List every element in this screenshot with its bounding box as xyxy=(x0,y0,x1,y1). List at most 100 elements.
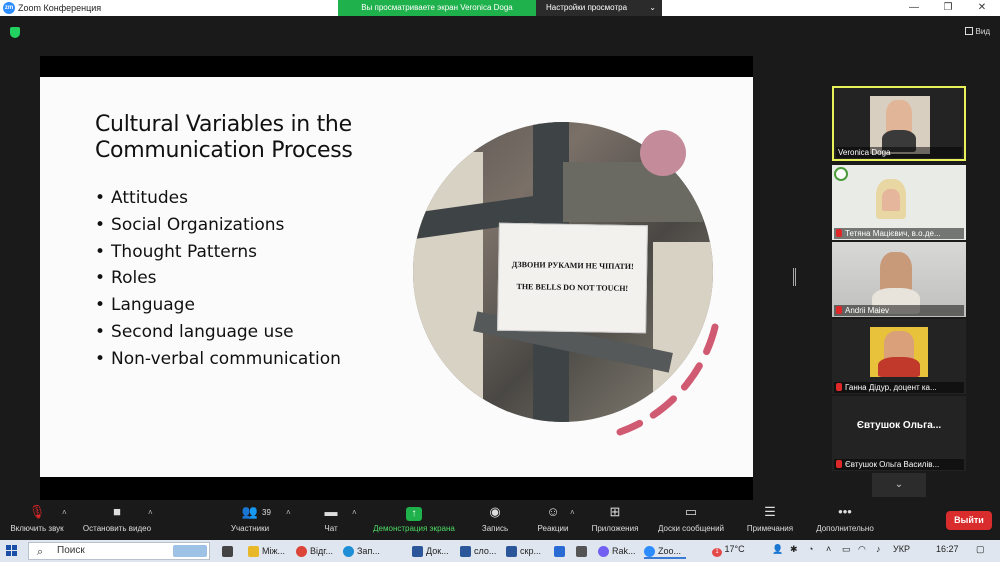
participant-tile[interactable]: Євтушок Ольга... Євтушок Ольга Василів..… xyxy=(832,396,966,471)
taskbar-app-defender[interactable] xyxy=(554,543,568,559)
taskbar-search-box[interactable]: ⌕ Поиск xyxy=(28,542,210,560)
search-highlight-image xyxy=(173,545,207,557)
whiteboards-button[interactable]: ▭ Доски сообщений xyxy=(652,504,730,533)
minimize-icon[interactable]: — xyxy=(906,1,922,15)
stop-video-button[interactable]: ■ Остановить видео xyxy=(78,504,156,533)
zoom-icon xyxy=(644,546,655,557)
notes-button[interactable]: ☰ Примечания xyxy=(742,504,798,533)
leave-meeting-button[interactable]: Выйти xyxy=(946,511,992,530)
taskbar-app-label: Zoo... xyxy=(658,546,682,556)
bullet-item: Roles xyxy=(95,265,341,292)
chat-label: Чат xyxy=(324,524,338,533)
search-placeholder: Поиск xyxy=(57,545,85,556)
wifi-icon[interactable]: ◠ xyxy=(858,544,866,555)
view-button[interactable]: Вид xyxy=(964,27,990,36)
bullet-item: Attitudes xyxy=(95,185,341,212)
notes-icon: ☰ xyxy=(764,504,776,519)
taskbar-app-edge[interactable]: Зап... xyxy=(343,543,385,559)
share-banner-text: Вы просматриваете экран Veronica Doga xyxy=(338,0,536,16)
app-title: Zoom Конференция xyxy=(18,3,102,13)
taskbar-app-word-1[interactable]: Док... xyxy=(412,543,454,559)
zoom-logo-icon: zm xyxy=(3,2,15,14)
taskbar-app-label: Rak... xyxy=(612,546,636,556)
unmute-button[interactable]: 🎙 Включить звук xyxy=(6,504,68,533)
restore-icon[interactable]: ❐ xyxy=(940,1,956,15)
taskbar-app-viber[interactable]: Rak... xyxy=(598,543,638,559)
show-hidden-icons[interactable]: ˄ xyxy=(826,544,831,554)
video-options-caret[interactable]: ˄ xyxy=(148,508,153,517)
slide-title-line-1: Cultural Variables in the xyxy=(95,112,352,137)
apps-button[interactable]: ⊞ Приложения xyxy=(586,504,644,533)
close-icon[interactable]: ✕ xyxy=(974,1,990,15)
video-camera-icon: ■ xyxy=(113,504,121,519)
reactions-options-caret[interactable]: ˄ xyxy=(570,508,575,517)
taskbar-app-word-2[interactable]: сло... xyxy=(460,543,502,559)
bullet-item: Non-verbal communication xyxy=(95,346,341,373)
stop-video-label: Остановить видео xyxy=(82,524,152,533)
bluetooth-icon[interactable]: ✱ xyxy=(790,544,798,555)
slide-title-line-2: Communication Process xyxy=(95,138,353,163)
participant-tile[interactable]: Тетяна Мацієвич, в.о.де... xyxy=(832,165,966,240)
viber-icon xyxy=(598,546,609,557)
participants-options-caret[interactable]: ˄ xyxy=(286,508,291,517)
panel-resize-handle[interactable] xyxy=(793,268,796,286)
apps-label: Приложения xyxy=(591,524,639,533)
view-settings-dropdown[interactable]: Настройки просмотра ⌄ xyxy=(536,0,662,16)
taskbar-app-label: Док... xyxy=(426,546,449,556)
view-label: Вид xyxy=(975,27,990,36)
emoji-reaction-icon: ☺ xyxy=(546,504,560,519)
audio-options-caret[interactable]: ˄ xyxy=(62,508,67,517)
record-label: Запись xyxy=(481,524,509,533)
taskbar-app-chrome[interactable]: Відг... xyxy=(296,543,338,559)
participant-name: Тетяна Мацієвич, в.о.де... xyxy=(834,228,964,239)
share-screen-button[interactable]: ↑ Демонстрация экрана xyxy=(366,504,462,533)
word-icon xyxy=(460,546,471,557)
whiteboards-label: Доски сообщений xyxy=(657,524,724,533)
user-icon[interactable]: 👤 xyxy=(772,544,783,555)
keyboard-language[interactable]: УКР xyxy=(893,544,910,554)
mic-muted-icon xyxy=(836,460,842,468)
bullet-item: Second language use xyxy=(95,319,341,346)
chat-button[interactable]: ▬ Чат xyxy=(316,504,346,533)
taskbar-app-zoom[interactable]: Zoo... xyxy=(644,543,686,559)
windows-start-icon[interactable] xyxy=(6,545,18,557)
taskbar-app-explorer[interactable]: Між... xyxy=(248,543,290,559)
presentation-slide: Cultural Variables in the Communication … xyxy=(40,77,753,477)
more-button[interactable]: ••• Дополнительно xyxy=(810,504,880,533)
unmute-label: Включить звук xyxy=(10,524,64,533)
whiteboard-icon: ▭ xyxy=(684,504,698,519)
network-icon[interactable]: ◔ xyxy=(808,544,813,554)
record-button[interactable]: ◉ Запись xyxy=(476,504,514,533)
participant-name-text: Тетяна Мацієвич, в.о.де... xyxy=(845,229,941,238)
mic-muted-icon xyxy=(836,229,842,237)
view-settings-label: Настройки просмотра xyxy=(546,3,628,12)
apps-icon: ⊞ xyxy=(609,504,621,519)
bullet-item: Social Organizations xyxy=(95,212,341,239)
reactions-label: Реакции xyxy=(537,524,569,533)
participant-name: Veronica Doga xyxy=(836,147,962,158)
volume-icon[interactable]: ♪ xyxy=(876,544,881,554)
share-screen-icon: ↑ xyxy=(406,507,422,521)
participant-tile[interactable]: Andrii Maiev xyxy=(832,242,966,317)
weather-alert-badge: 1 xyxy=(712,548,722,557)
battery-icon[interactable]: ▭ xyxy=(842,544,851,555)
reactions-button[interactable]: ☺ Реакции xyxy=(533,504,573,533)
taskbar-app-word-3[interactable]: скр... xyxy=(506,543,548,559)
participant-name-text: Євтушок Ольга Василів... xyxy=(845,460,940,469)
taskbar-app-photos[interactable] xyxy=(576,543,590,559)
task-view-icon[interactable] xyxy=(222,543,236,559)
chrome-icon xyxy=(296,546,307,557)
participant-name-text: Ганна Дідур, доцент ка... xyxy=(845,383,937,392)
clock[interactable]: 16:27 xyxy=(936,544,959,554)
weather-widget[interactable]: 1 17°C xyxy=(712,544,745,557)
share-banner: Вы просматриваете экран Veronica Doga На… xyxy=(338,0,662,16)
notifications-icon[interactable]: ▢ xyxy=(976,544,985,555)
participant-tile[interactable]: Veronica Doga xyxy=(832,86,966,161)
grid-view-icon xyxy=(964,27,973,35)
chat-options-caret[interactable]: ˄ xyxy=(352,508,357,517)
participant-tile[interactable]: Ганна Дідур, доцент ка... xyxy=(832,319,966,394)
shared-screen[interactable]: Cultural Variables in the Communication … xyxy=(40,56,753,500)
gallery-next-page-button[interactable]: ⌄ xyxy=(872,473,926,497)
encryption-shield-icon[interactable] xyxy=(10,27,20,38)
weather-temp: 17°C xyxy=(724,544,745,554)
